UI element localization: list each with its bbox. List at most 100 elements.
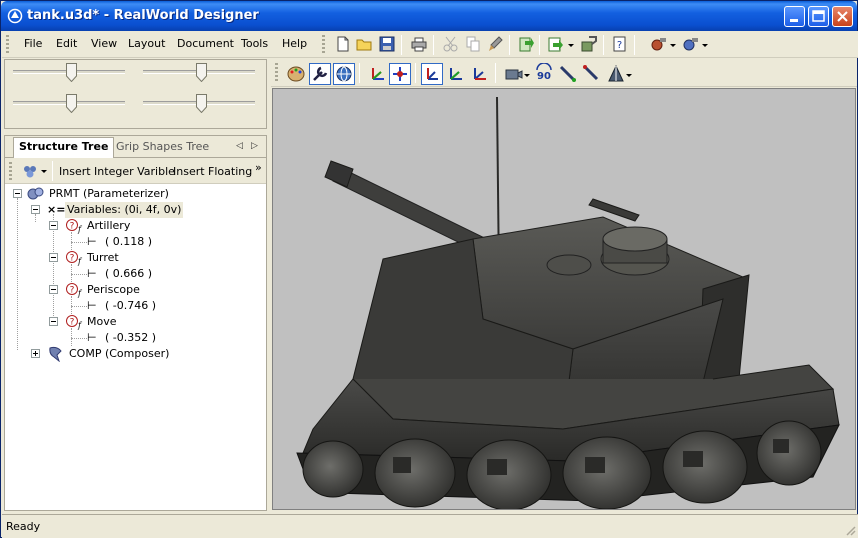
menu-document[interactable]: Document <box>177 37 234 50</box>
title-bar[interactable]: tank.u3d* - RealWorld Designer <box>1 1 857 31</box>
tree-node-artillery[interactable]: Artillery <box>87 218 130 234</box>
expand-toggle-prmt[interactable] <box>13 189 22 198</box>
menubar-grip[interactable] <box>6 35 9 54</box>
slider-thumb-2[interactable] <box>196 63 207 82</box>
add-node-icon[interactable] <box>21 162 39 180</box>
chevron-down-icon[interactable] <box>524 74 530 77</box>
viewport-toolbar-grip[interactable] <box>275 63 278 83</box>
status-text: Ready <box>6 520 41 533</box>
tree-node-move[interactable]: Move <box>87 314 117 330</box>
maximize-button[interactable] <box>808 6 829 27</box>
tree-value-move[interactable]: ( -0.352 ) <box>105 330 156 346</box>
chevron-down-icon[interactable] <box>670 44 676 47</box>
publish-icon[interactable] <box>547 35 565 53</box>
road-wheel <box>374 438 456 508</box>
tab-scroll-left-icon[interactable]: ◁ <box>236 141 243 151</box>
svg-text:?: ? <box>70 318 75 328</box>
menu-file[interactable]: File <box>24 37 42 50</box>
tree-value-artillery[interactable]: ( 0.118 ) <box>105 234 152 250</box>
print-icon[interactable] <box>410 35 428 53</box>
expand-toggle-periscope[interactable] <box>49 285 58 294</box>
viewport-toolbar: 90 <box>271 59 857 87</box>
globe-toggle-button[interactable] <box>333 63 355 85</box>
toolbar-grip <box>322 35 325 54</box>
float-variable-icon: ? f <box>66 283 83 298</box>
probe-icon[interactable] <box>557 63 579 85</box>
menu-layout[interactable]: Layout <box>128 37 165 50</box>
insert-floating-button[interactable]: Insert Floating <box>173 165 252 178</box>
resize-grip-icon[interactable] <box>844 524 856 536</box>
menu-bar: File Edit View Layout Document Tools Hel… <box>2 31 858 58</box>
export-icon[interactable] <box>517 35 535 53</box>
palette-icon[interactable] <box>285 63 307 85</box>
treebar-grip[interactable] <box>9 162 12 180</box>
measure-icon[interactable] <box>581 63 603 85</box>
toolbar-overflow-button[interactable]: » <box>255 161 262 174</box>
slider-thumb-1[interactable] <box>66 63 77 82</box>
chevron-down-icon[interactable] <box>626 74 632 77</box>
render-mode-icon[interactable] <box>605 63 627 85</box>
expand-toggle-variables[interactable] <box>31 205 40 214</box>
wheel-hub <box>487 459 507 475</box>
tree-node-composer[interactable]: COMP (Composer) <box>69 346 169 362</box>
axis-z-icon[interactable] <box>469 63 491 85</box>
3d-viewport[interactable] <box>272 88 856 510</box>
menu-tools[interactable]: Tools <box>241 37 268 50</box>
tab-grip-shapes-tree[interactable]: Grip Shapes Tree <box>111 138 214 158</box>
tools-icon[interactable] <box>580 35 598 53</box>
slider-thumb-3[interactable] <box>66 94 77 113</box>
value-icon: ⊢ <box>87 267 97 280</box>
slider-thumb-4[interactable] <box>196 94 207 113</box>
axis-icon[interactable] <box>367 63 389 85</box>
tree-guide <box>71 242 87 243</box>
svg-text:f: f <box>77 225 83 234</box>
chevron-down-icon[interactable] <box>568 44 574 47</box>
tree-guide <box>71 296 72 314</box>
cut-icon[interactable] <box>442 35 460 53</box>
window-title: tank.u3d* - RealWorld Designer <box>27 8 259 23</box>
minimize-button[interactable] <box>784 6 805 27</box>
insert-integer-button[interactable]: Insert Integer Varible <box>59 165 175 178</box>
tree-node-prmt[interactable]: PRMT (Parameterizer) <box>49 186 169 202</box>
rotate-90-icon[interactable]: 90 <box>533 63 555 85</box>
help-icon[interactable]: ? <box>611 35 629 53</box>
wrench-toggle-button[interactable] <box>309 63 331 85</box>
value-icon: ⊢ <box>87 331 97 344</box>
menu-help[interactable]: Help <box>282 37 307 50</box>
expand-toggle-turret[interactable] <box>49 253 58 262</box>
tree-value-turret[interactable]: ( 0.666 ) <box>105 266 152 282</box>
save-icon[interactable] <box>378 35 396 53</box>
camera-icon[interactable] <box>503 63 525 85</box>
tree-node-variables[interactable]: Variables: (0i, 4f, 0v) <box>65 202 184 218</box>
tree-toolbar: Insert Integer Varible Insert Floating » <box>5 158 266 184</box>
tree-node-periscope[interactable]: Periscope <box>87 282 140 298</box>
expand-toggle-artillery[interactable] <box>49 221 58 230</box>
menu-view[interactable]: View <box>91 37 117 50</box>
move-toggle-button[interactable] <box>389 63 411 85</box>
wheel-hub <box>773 439 789 453</box>
copy-icon[interactable] <box>464 35 482 53</box>
plugin-red-icon[interactable] <box>650 35 668 53</box>
axis-x-toggle-button[interactable] <box>421 63 443 85</box>
parameterizer-icon <box>27 187 44 200</box>
menu-edit[interactable]: Edit <box>56 37 77 50</box>
new-document-icon[interactable] <box>334 35 352 53</box>
tree-value-periscope[interactable]: ( -0.746 ) <box>105 298 156 314</box>
expand-toggle-composer[interactable] <box>31 349 40 358</box>
open-folder-icon[interactable] <box>356 35 374 53</box>
axis-y-icon[interactable] <box>445 63 467 85</box>
app-icon <box>7 8 23 24</box>
toolbar-separator <box>539 35 540 55</box>
globe-icon <box>336 66 352 82</box>
tab-structure-tree[interactable]: Structure Tree <box>13 137 115 159</box>
svg-text:f: f <box>77 257 83 266</box>
expand-toggle-move[interactable] <box>49 317 58 326</box>
tank-model[interactable] <box>273 89 856 510</box>
tab-scroll-right-icon[interactable]: ▷ <box>251 141 258 151</box>
chevron-down-icon[interactable] <box>702 44 708 47</box>
close-button[interactable] <box>832 6 853 27</box>
paste-brush-icon[interactable] <box>486 35 504 53</box>
chevron-down-icon[interactable] <box>41 170 47 173</box>
tree-node-turret[interactable]: Turret <box>87 250 119 266</box>
plugin-blue-icon[interactable] <box>682 35 700 53</box>
